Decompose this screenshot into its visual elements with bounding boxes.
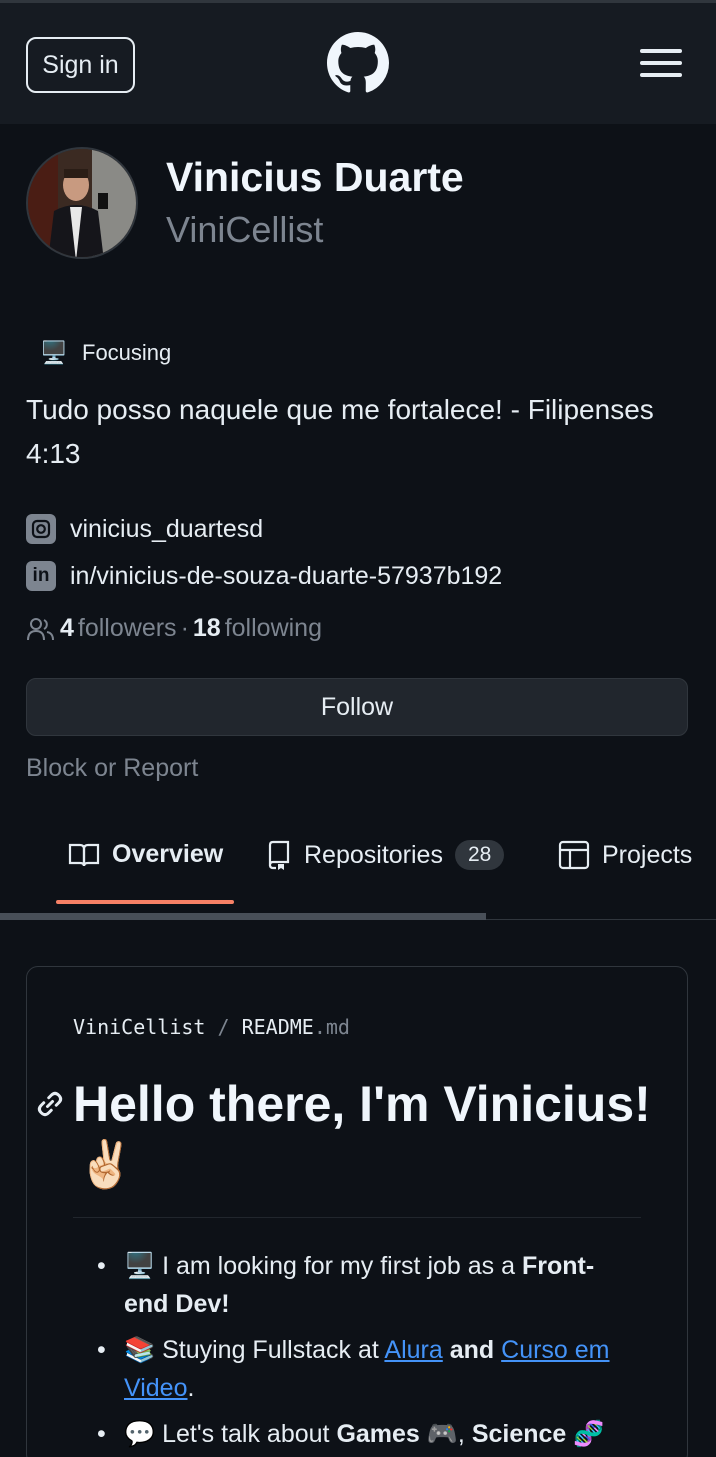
user-status[interactable]: 🖥️ Focusing: [40, 340, 171, 366]
list-item: 💬 Let's talk about Games 🎮, Science 🧬: [97, 1415, 637, 1453]
followers-label[interactable]: followers: [78, 614, 177, 643]
people-icon: [27, 617, 54, 640]
sign-in-button[interactable]: Sign in: [26, 37, 135, 93]
books-icon: 📚: [124, 1336, 156, 1364]
separator-dot: ·: [180, 614, 189, 642]
status-text: Focusing: [82, 340, 172, 365]
social-link-instagram[interactable]: vinicius_duartesd: [26, 514, 263, 544]
tab-label: Projects: [602, 840, 693, 869]
table-icon: [558, 840, 590, 870]
list-text: Stuying Fullstack at: [162, 1336, 385, 1364]
follow-stats: 4 followers · 18 following: [26, 614, 322, 643]
tab-projects[interactable]: Projects: [558, 840, 692, 870]
menu-icon[interactable]: [640, 49, 682, 79]
avatar-photo: [28, 149, 136, 257]
speech-bubble-icon: 💬: [124, 1420, 156, 1448]
linkedin-handle[interactable]: in/vinicius-de-souza-duarte-57937b192: [70, 562, 502, 591]
computer-icon: 🖥️: [40, 340, 68, 365]
tabs-scrollbar[interactable]: [0, 913, 486, 920]
block-or-report-link[interactable]: Block or Report: [26, 754, 198, 783]
tab-overview[interactable]: Overview: [68, 840, 223, 869]
repo-icon: [268, 840, 290, 870]
anchor-link-icon[interactable]: [35, 1089, 65, 1119]
followers-count[interactable]: 4: [60, 614, 74, 643]
following-count[interactable]: 18: [193, 614, 221, 643]
github-logo-icon[interactable]: [327, 32, 389, 94]
victory-hand-emoji: ✌🏻: [77, 1138, 135, 1190]
alura-link[interactable]: Alura: [384, 1336, 442, 1364]
top-header: Sign in: [0, 0, 716, 124]
follow-button[interactable]: Follow: [26, 678, 688, 736]
readme-path-ext: .md: [313, 1015, 350, 1039]
list-item: 📚 Stuying Fullstack at Alura and Curso e…: [97, 1331, 637, 1407]
profile-readme-card: ViniCellist / README.md Hello there, I'm…: [26, 966, 688, 1457]
avatar[interactable]: [26, 147, 138, 259]
book-icon: [68, 843, 100, 866]
list-bold-text: Games: [336, 1420, 420, 1448]
dna-icon: 🧬: [573, 1420, 605, 1448]
tab-label: Overview: [112, 840, 224, 868]
list-text: Let's talk about: [162, 1420, 337, 1448]
readme-list: 🖥️ I am looking for my first job as a Fr…: [97, 1247, 637, 1457]
profile-tabs: Overview Repositories 28 Projects: [0, 826, 716, 920]
instagram-handle[interactable]: vinicius_duartesd: [70, 515, 263, 544]
readme-heading: Hello there, I'm Vinicius!: [73, 1076, 651, 1132]
tab-repositories[interactable]: Repositories 28: [266, 840, 505, 870]
readme-path-user: ViniCellist: [73, 1015, 206, 1039]
list-text: I am looking for my first job as a: [162, 1252, 522, 1280]
list-item: 🖥️ I am looking for my first job as a Fr…: [97, 1247, 637, 1323]
repositories-count-badge: 28: [454, 840, 505, 870]
readme-path-file: README: [241, 1015, 314, 1039]
profile-username: ViniCellist: [166, 209, 324, 250]
list-bold-text: Science: [471, 1420, 567, 1448]
profile-bio: Tudo posso naquele que me fortalece! - F…: [26, 394, 654, 469]
profile-name: Vinicius Duarte: [166, 154, 464, 200]
list-bold-text: and: [442, 1336, 502, 1364]
active-tab-indicator: [56, 900, 234, 904]
heading-divider: [73, 1217, 641, 1218]
list-text: ,: [457, 1420, 472, 1448]
instagram-icon: [26, 514, 56, 544]
readme-path[interactable]: ViniCellist / README.md: [73, 1015, 350, 1039]
game-controller-icon: 🎮: [426, 1420, 458, 1448]
computer-icon: 🖥️: [124, 1252, 156, 1280]
following-label[interactable]: following: [225, 614, 322, 643]
tab-label: Repositories: [304, 840, 443, 869]
list-text: .: [187, 1374, 195, 1402]
social-link-linkedin[interactable]: in in/vinicius-de-souza-duarte-57937b192: [26, 561, 502, 591]
linkedin-icon: in: [26, 561, 56, 591]
readme-path-separator: /: [217, 1015, 230, 1039]
